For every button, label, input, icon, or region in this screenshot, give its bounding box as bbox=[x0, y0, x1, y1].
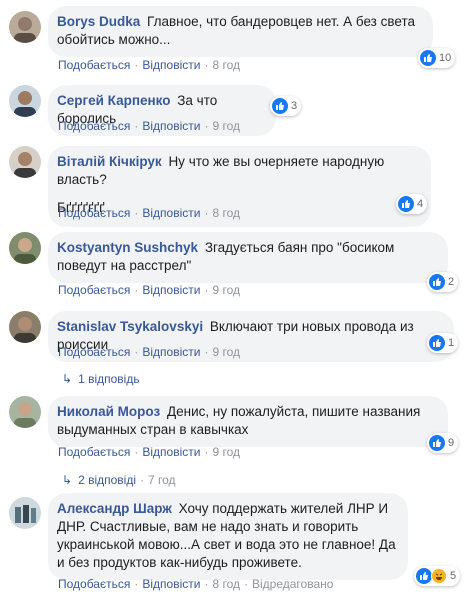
like-link[interactable]: Подобається bbox=[58, 58, 130, 72]
comment-actions: Подобається · Відповісти · 9 год bbox=[58, 119, 240, 133]
avatar[interactable] bbox=[9, 497, 41, 529]
timestamp[interactable]: 8 год bbox=[212, 58, 240, 72]
reply-arrow-icon: ↳ bbox=[62, 473, 73, 487]
like-link[interactable]: Подобається bbox=[58, 577, 130, 591]
comment-actions: Подобається · Відповісти · 8 год bbox=[58, 58, 240, 72]
avatar[interactable] bbox=[9, 396, 41, 428]
like-icon bbox=[416, 568, 432, 584]
author-name[interactable]: Сергей Карпенко bbox=[57, 93, 170, 108]
reaction-count[interactable]: 5 bbox=[414, 566, 461, 586]
reaction-count[interactable]: 2 bbox=[427, 272, 459, 292]
reply-link[interactable]: Відповісти bbox=[142, 445, 200, 459]
timestamp[interactable]: 8 год bbox=[212, 206, 240, 220]
reply-link[interactable]: Відповісти bbox=[142, 58, 200, 72]
replies-timestamp: 7 год bbox=[148, 473, 176, 487]
comment-bubble: Александр Шарж Хочу поддержать жителей Л… bbox=[48, 493, 408, 580]
comment-bubble: Kostyantyn Sushchyk Згадується баян про … bbox=[48, 232, 448, 283]
timestamp[interactable]: 8 год bbox=[212, 577, 240, 591]
reply-link[interactable]: Відповісти bbox=[142, 577, 200, 591]
timestamp[interactable]: 9 год bbox=[212, 345, 240, 359]
avatar[interactable] bbox=[9, 146, 41, 178]
like-link[interactable]: Подобається bbox=[58, 345, 130, 359]
reply-link[interactable]: Відповісти bbox=[142, 345, 200, 359]
timestamp[interactable]: 9 год bbox=[212, 283, 240, 297]
comment-actions: Подобається · Відповісти · 9 год bbox=[58, 283, 240, 297]
comment-actions: Подобається · Відповісти · 9 год bbox=[58, 445, 240, 459]
edited-label[interactable]: Відредаговано bbox=[252, 577, 333, 591]
like-icon bbox=[398, 196, 414, 212]
reply-link[interactable]: Відповісти bbox=[142, 283, 200, 297]
author-name[interactable]: Stanislav Tsykalovskyi bbox=[57, 319, 203, 334]
like-icon bbox=[272, 98, 288, 114]
like-link[interactable]: Подобається bbox=[58, 445, 130, 459]
like-icon bbox=[429, 435, 445, 451]
view-replies-link[interactable]: ↳ 2 відповіді · 7 год bbox=[62, 473, 176, 487]
reaction-count[interactable]: 9 bbox=[427, 433, 459, 453]
author-name[interactable]: Николай Мороз bbox=[57, 404, 160, 419]
reaction-count[interactable]: 10 bbox=[418, 48, 456, 68]
avatar[interactable] bbox=[9, 311, 41, 343]
author-name[interactable]: Borys Dudka bbox=[57, 14, 140, 29]
comment-actions: Подобається · Відповісти · 8 год bbox=[58, 206, 240, 220]
reaction-count[interactable]: 3 bbox=[270, 96, 302, 116]
reaction-count[interactable]: 1 bbox=[427, 333, 459, 353]
like-link[interactable]: Подобається bbox=[58, 283, 130, 297]
timestamp[interactable]: 9 год bbox=[212, 119, 240, 133]
view-replies-link[interactable]: ↳ 1 відповідь bbox=[62, 372, 140, 386]
author-name[interactable]: Kostyantyn Sushchyk bbox=[57, 240, 198, 255]
timestamp[interactable]: 9 год bbox=[212, 445, 240, 459]
reply-arrow-icon: ↳ bbox=[62, 372, 73, 386]
avatar[interactable] bbox=[9, 85, 41, 117]
haha-icon bbox=[431, 568, 447, 584]
comment-bubble: Borys Dudka Главное, что бандеровцев нет… bbox=[48, 6, 433, 57]
author-name[interactable]: Віталій Кічкірук bbox=[57, 154, 162, 169]
avatar[interactable] bbox=[9, 232, 41, 264]
comment-bubble: Николай Мороз Денис, ну пожалуйста, пиши… bbox=[48, 396, 448, 447]
comment-actions: Подобається · Відповісти · 8 год · Відредагова… bbox=[58, 577, 334, 591]
like-icon bbox=[429, 335, 445, 351]
like-icon bbox=[420, 50, 436, 66]
author-name[interactable]: Александр Шарж bbox=[57, 501, 172, 516]
comment-actions: Подобається · Відповісти · 9 год bbox=[58, 345, 240, 359]
like-link[interactable]: Подобається bbox=[58, 206, 130, 220]
reply-link[interactable]: Відповісти bbox=[142, 119, 200, 133]
like-icon bbox=[429, 274, 445, 290]
avatar[interactable] bbox=[9, 11, 41, 43]
reply-link[interactable]: Відповісти bbox=[142, 206, 200, 220]
like-link[interactable]: Подобається bbox=[58, 119, 130, 133]
reaction-count[interactable]: 4 bbox=[396, 194, 428, 214]
